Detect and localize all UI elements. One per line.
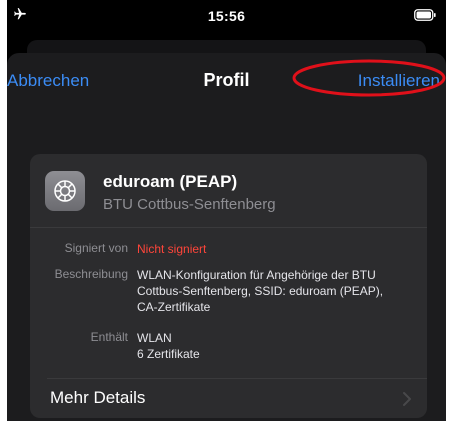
profile-icon <box>45 171 85 211</box>
description-value: WLAN-Konfiguration für Angehörige der BT… <box>137 268 384 314</box>
profile-organization: BTU Cottbus-Senftenberg <box>103 196 276 213</box>
signed-by-label: Signiert von <box>64 241 128 255</box>
contains-label: Enthält <box>90 330 128 344</box>
more-details-row[interactable]: Mehr Details <box>30 379 427 418</box>
contains-value: WLAN 6 Zertifikate <box>137 331 200 361</box>
nav-bar: Abbrechen Profil Installieren <box>7 53 446 111</box>
phone-screen: 15:56 Abbrechen Profil Installieren edur… <box>7 0 446 421</box>
description-label: Beschreibung <box>54 267 128 281</box>
signed-by-value: Nicht signiert <box>137 242 207 256</box>
gear-icon <box>54 180 76 202</box>
profile-card: eduroam (PEAP) BTU Cottbus-Senftenberg S… <box>30 154 427 418</box>
more-details-label: Mehr Details <box>50 388 146 407</box>
install-button[interactable]: Installieren <box>358 71 440 91</box>
battery-icon <box>414 9 436 21</box>
profile-name: eduroam (PEAP) <box>103 172 238 191</box>
profile-sheet: Abbrechen Profil Installieren eduroam (P… <box>7 53 446 421</box>
divider <box>30 227 427 228</box>
status-bar: 15:56 <box>7 0 446 30</box>
status-time: 15:56 <box>207 8 246 24</box>
chevron-right-icon <box>403 392 411 406</box>
